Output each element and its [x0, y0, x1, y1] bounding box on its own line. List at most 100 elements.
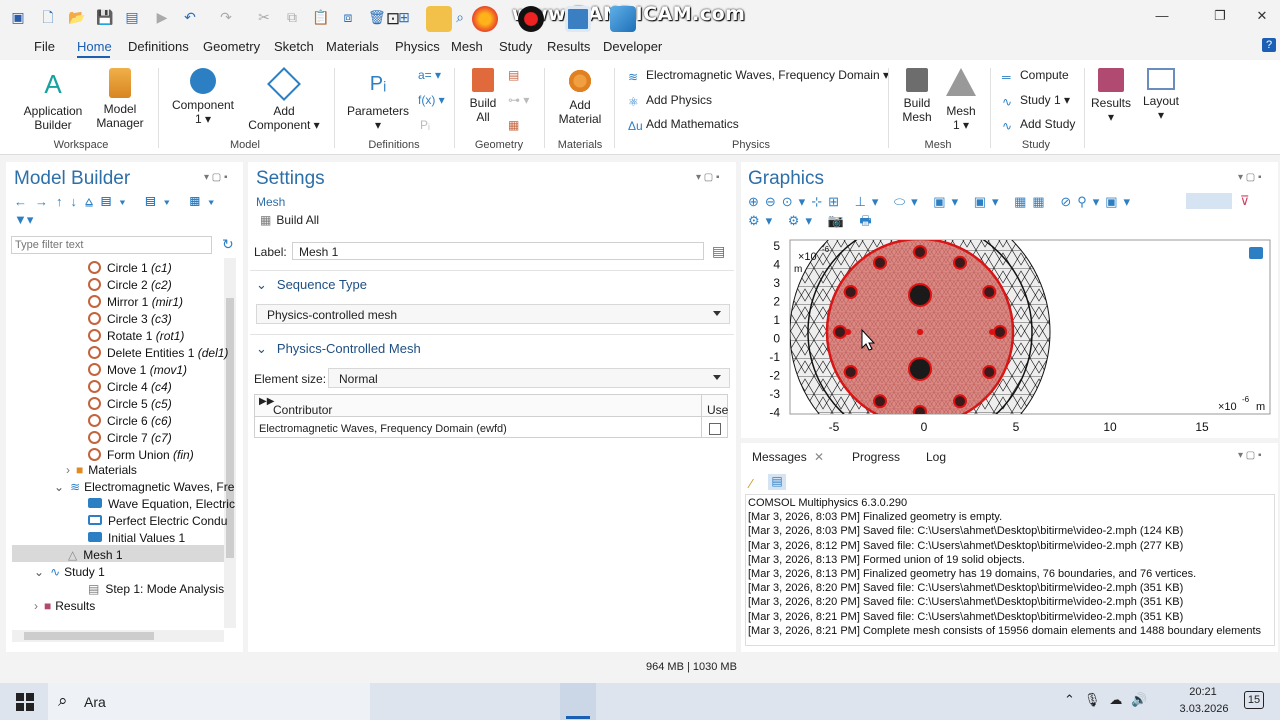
tree-item-wave-equation[interactable]: Wave Equation, Electric	[88, 497, 235, 511]
save-as-icon[interactable]: ▤	[124, 9, 140, 25]
app-icon[interactable]	[610, 6, 636, 32]
tree-item-results[interactable]: › ■ Results	[34, 599, 95, 613]
add-mathematics-button[interactable]: Δu Add Mathematics	[628, 117, 739, 133]
tree-item-9[interactable]: Circle 6 (c6)	[88, 414, 172, 428]
help-icon[interactable]: ?	[1262, 38, 1276, 52]
clear-messages-icon[interactable]: ⁄	[750, 476, 752, 491]
sequence-type-select[interactable]: Physics-controlled mesh	[256, 304, 730, 324]
panel-menu-icon[interactable]: ▾ ▢ ▪	[1238, 450, 1262, 461]
bandicam-icon[interactable]	[518, 6, 544, 32]
firefox-icon[interactable]	[472, 6, 498, 32]
paste-icon[interactable]: 📋	[312, 9, 329, 25]
use-checkbox[interactable]	[709, 423, 721, 435]
tree-item-3[interactable]: Circle 3 (c3)	[88, 312, 172, 326]
tree-item-5[interactable]: Delete Entities 1 (del1)	[88, 346, 228, 360]
graphics-canvas[interactable]: ×10 -6 m ×10 -6 m 543210-1-2-3-4-5 0 5 10 15	[742, 232, 1278, 436]
refresh-icon[interactable]: ↻	[222, 236, 234, 253]
tab-mesh[interactable]: Mesh	[451, 39, 483, 54]
panel-menu-icon[interactable]: ▾ ▢ ▪	[696, 172, 720, 183]
import-icon[interactable]: ▤	[508, 68, 519, 82]
tab-progress[interactable]: Progress	[852, 450, 900, 464]
build-mesh-button[interactable]: Build Mesh	[896, 68, 938, 124]
save-icon[interactable]: 💾	[96, 9, 113, 25]
open-folder-icon[interactable]: 📂	[68, 9, 85, 25]
view-icon[interactable]	[1249, 247, 1263, 259]
cut-icon[interactable]: ✂	[256, 9, 272, 25]
system-tray[interactable]: ⌃🎙☁🔊	[1064, 692, 1157, 708]
tree-item-0[interactable]: Circle 1 (c1)	[88, 261, 172, 275]
tree-item-pec[interactable]: Perfect Electric Condu	[88, 514, 227, 528]
tree-item-6[interactable]: Move 1 (mov1)	[88, 363, 187, 377]
graphics-toolbar[interactable]: ⊕⊖⊙▾⊹⊞ ⊥▾ ⬭▾ ▣▾ ▣▾ ▦▦ ⊘⚲▾▣▾	[748, 194, 1136, 210]
tree-item-study1[interactable]: ⌄ ∿ Study 1	[34, 565, 105, 579]
tree-filter-input[interactable]	[11, 236, 212, 254]
mesh1-button[interactable]: Mesh 1 ▾	[940, 68, 982, 132]
parameter-case-icon[interactable]: Pᵢ	[420, 118, 430, 132]
build-all-link[interactable]: ▦ Build All	[260, 213, 319, 227]
run-icon[interactable]: ▶	[154, 9, 170, 25]
model-manager-button[interactable]: Model Manager	[88, 68, 152, 130]
menu-file[interactable]: File	[34, 39, 55, 54]
clock-date[interactable]: 3.03.2026	[1176, 703, 1232, 715]
tree-item-4[interactable]: Rotate 1 (rot1)	[88, 329, 184, 343]
tab-results[interactable]: Results	[547, 39, 590, 54]
build-all-button[interactable]: Build All	[462, 68, 504, 124]
tree-item-10[interactable]: Circle 7 (c7)	[88, 431, 172, 445]
model-builder-toolbar[interactable]: ←→↑↓⩠▤▾ ▤▾ ▦▾	[14, 194, 222, 210]
geometry-grid-icon[interactable]: ▦	[508, 118, 519, 132]
functions-icon[interactable]: f(x) ▾	[418, 93, 445, 107]
notification-badge[interactable]: 15	[1244, 691, 1264, 709]
tree-item-initial-values[interactable]: Initial Values 1	[88, 531, 185, 545]
link-icon[interactable]: ⊶ ▾	[508, 93, 529, 107]
tree-item-materials[interactable]: › ■ Materials	[66, 463, 137, 477]
minimize-icon[interactable]: —	[1152, 8, 1172, 26]
new-file-icon[interactable]: 🗋	[40, 9, 56, 25]
clock-time[interactable]: 20:21	[1180, 686, 1226, 698]
tree-hscrollbar[interactable]	[12, 630, 224, 642]
section-physics-controlled-mesh[interactable]: ⌄ Physics-Controlled Mesh	[256, 341, 421, 357]
add-physics-button[interactable]: ⚛ Add Physics	[628, 93, 712, 109]
study1-dropdown[interactable]: ∿ Study 1 ▾	[1002, 93, 1070, 109]
section-sequence-type[interactable]: ⌄ Sequence Type	[256, 277, 367, 293]
message-filter-icon[interactable]: ▤	[768, 474, 786, 490]
add-study-button[interactable]: ∿ Add Study	[1002, 117, 1075, 133]
tree-item-2[interactable]: Mirror 1 (mir1)	[88, 295, 183, 309]
tab-messages[interactable]: Messages ✕	[752, 450, 824, 464]
results-button[interactable]: Results ▾	[1090, 68, 1132, 124]
graphics-toolbar-2[interactable]: ⚙▾ ⚙▾ 📷 🖶	[748, 212, 878, 234]
panel-menu-icon[interactable]: ▾ ▢ ▪	[204, 172, 228, 183]
clear-icon[interactable]: ⊽	[1240, 193, 1250, 209]
find-icon[interactable]: ⌕	[452, 9, 468, 25]
application-builder-button[interactable]: A Application Builder	[18, 68, 88, 132]
grid-toggle[interactable]	[1186, 193, 1232, 209]
element-size-select[interactable]: Normal	[328, 368, 730, 388]
tree-item-mesh1[interactable]: △ Mesh 1	[68, 548, 123, 562]
tree-item-step1[interactable]: ▤ Step 1: Mode Analysis	[88, 582, 224, 596]
tab-home[interactable]: Home	[77, 39, 112, 54]
tab-geometry[interactable]: Geometry	[203, 39, 260, 54]
comment-icon[interactable]: ▤	[712, 243, 725, 260]
tab-developer[interactable]: Developer	[603, 39, 662, 54]
comsol-icon[interactable]	[565, 6, 591, 32]
compute-button[interactable]: ═ Compute	[1002, 68, 1069, 84]
parameters-button[interactable]: Pᵢ Parameters ▾	[344, 68, 412, 132]
close-icon[interactable]: ✕	[1252, 8, 1272, 26]
undo-icon[interactable]: ↶	[182, 9, 198, 25]
tab-materials[interactable]: Materials	[326, 39, 379, 54]
start-icon[interactable]	[16, 693, 34, 711]
tab-sketch[interactable]: Sketch	[274, 39, 314, 54]
tab-study[interactable]: Study	[499, 39, 532, 54]
tab-physics[interactable]: Physics	[395, 39, 440, 54]
panel-menu-icon[interactable]: ▾ ▢ ▪	[1238, 172, 1262, 183]
tab-log[interactable]: Log	[926, 450, 946, 464]
tree-scrollbar[interactable]	[224, 258, 236, 628]
layout-button[interactable]: Layout ▾	[1140, 68, 1182, 122]
redo-icon[interactable]: ↷	[218, 9, 234, 25]
label-input[interactable]: Mesh 1	[292, 242, 704, 260]
duplicate-icon[interactable]: ⧈	[340, 9, 356, 25]
show-more-icon[interactable]: ▼▾	[14, 212, 33, 228]
maximize-icon[interactable]: ❐	[1210, 8, 1230, 26]
tree-item-7[interactable]: Circle 4 (c4)	[88, 380, 172, 394]
component-button[interactable]: Component 1 ▾	[168, 68, 238, 126]
copy-icon[interactable]: ⧉	[284, 9, 300, 25]
